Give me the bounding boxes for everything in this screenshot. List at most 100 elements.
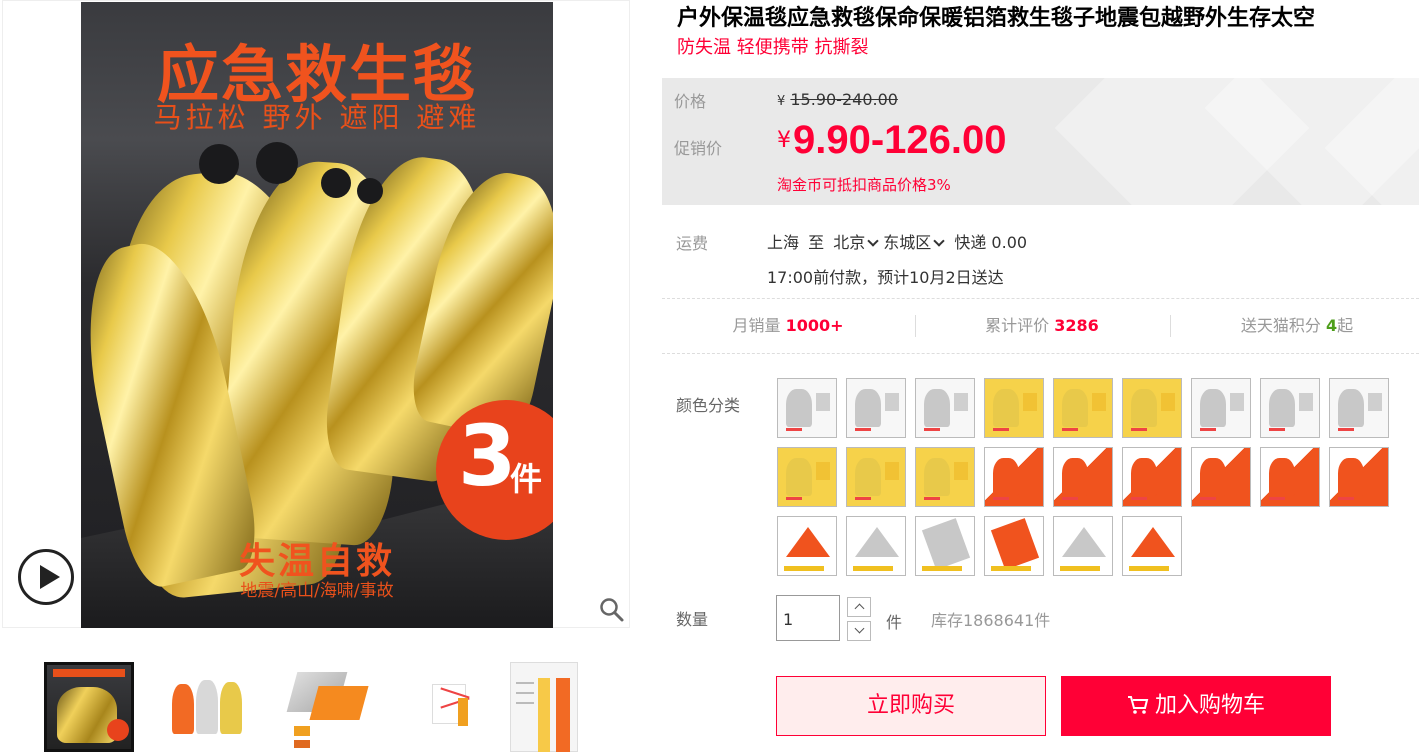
magnifier-icon[interactable] (599, 597, 625, 623)
label-strip (1338, 497, 1354, 500)
city-value: 北京 (833, 233, 866, 252)
stack-shape (1092, 462, 1106, 480)
color-swatch[interactable] (1053, 447, 1113, 507)
district-value: 东城区 (883, 233, 932, 252)
color-swatch[interactable] (777, 447, 837, 507)
thumbnail[interactable] (164, 662, 254, 752)
figure-head (357, 178, 383, 204)
label-strip (922, 566, 962, 571)
color-swatch[interactable] (1260, 447, 1320, 507)
buy-now-button[interactable]: 立即购买 (776, 676, 1046, 736)
thumbnail[interactable] (284, 662, 374, 752)
thumbnail[interactable] (404, 662, 494, 752)
color-swatch[interactable] (777, 516, 837, 576)
review-count[interactable]: 累计评价 3286 (916, 299, 1168, 353)
color-swatch[interactable] (1329, 447, 1389, 507)
label-strip (1269, 428, 1285, 431)
color-swatch[interactable] (1053, 378, 1113, 438)
label-strip (1062, 428, 1078, 431)
color-swatch[interactable] (1260, 378, 1320, 438)
stock-count: 库存1868641件 (931, 611, 1051, 630)
city-select[interactable]: 北京 (833, 233, 883, 252)
currency-symbol: ¥ (777, 94, 786, 109)
points-value: 4 (1325, 316, 1338, 335)
figure-shape (993, 458, 1019, 496)
label-strip (855, 497, 871, 500)
label-strip (1200, 428, 1216, 431)
currency-symbol: ¥ (777, 128, 791, 153)
figure-head (321, 168, 351, 198)
badge-unit: 件 (510, 460, 543, 498)
color-swatch[interactable] (984, 378, 1044, 438)
color-swatch[interactable] (1191, 447, 1251, 507)
label-strip (1338, 428, 1354, 431)
review-count-value: 3286 (1054, 316, 1099, 335)
stack-shape (1299, 462, 1313, 480)
play-circle-icon[interactable] (18, 549, 74, 605)
label-strip (1269, 497, 1285, 500)
color-swatch[interactable] (1053, 516, 1113, 576)
badge-number: 3 (458, 407, 517, 505)
product-subtitle: 防失温 轻便携带 抗撕裂 (677, 37, 869, 58)
stack-shape (954, 462, 968, 480)
tmall-points: 送天猫积分 4起 (1171, 299, 1419, 353)
color-swatch[interactable] (984, 447, 1044, 507)
color-swatch[interactable] (777, 378, 837, 438)
tent-shape (1062, 527, 1106, 557)
promo-price-value: 9.90-126.00 (793, 118, 1007, 162)
label-strip (1062, 497, 1078, 500)
label-strip (993, 497, 1009, 500)
color-swatch[interactable] (1122, 447, 1182, 507)
figure-shape (786, 458, 812, 496)
color-swatch[interactable] (915, 378, 975, 438)
tent-shape (1131, 527, 1175, 557)
figure-head (256, 142, 298, 184)
color-swatch[interactable] (915, 516, 975, 576)
stack-shape (1092, 393, 1106, 411)
label-strip (855, 428, 871, 431)
product-title: 户外保温毯应急救毯保命保暖铝箔救生毯子地震包越野外生存太空 (677, 6, 1316, 31)
figure-shape (1269, 389, 1295, 427)
promo-subtitle: 马拉松 野外 遮阳 避难 (153, 101, 481, 134)
color-swatch[interactable] (846, 447, 906, 507)
label-strip (1131, 428, 1147, 431)
quantity-unit: 件 (886, 613, 903, 632)
points-label: 送天猫积分 (1240, 316, 1321, 335)
stack-shape (816, 393, 830, 411)
figure-shape (855, 458, 881, 496)
quantity-input[interactable]: 1 (776, 595, 840, 641)
color-swatch[interactable] (846, 378, 906, 438)
stack-shape (1161, 462, 1175, 480)
color-swatch[interactable] (846, 516, 906, 576)
stack-shape (885, 462, 899, 480)
figure-shape (1131, 458, 1157, 496)
figure-shape (1338, 458, 1364, 496)
coin-discount-note[interactable]: 淘金币可抵扣商品价格3% (777, 174, 951, 195)
promo-tags: 地震/高山/海啸/事故 (240, 581, 394, 601)
main-image-frame[interactable]: 应急救生毯 马拉松 野外 遮阳 避难 3 件 失温自救 地震/高山/海啸/事故 (2, 0, 630, 628)
label-strip (1200, 497, 1216, 500)
label-strip (853, 566, 893, 571)
district-select[interactable]: 东城区 (883, 233, 949, 252)
ship-from: 上海 (767, 233, 800, 252)
color-swatch[interactable] (1122, 378, 1182, 438)
quantity-decrease-button[interactable] (847, 621, 871, 641)
color-swatch[interactable] (1329, 378, 1389, 438)
color-swatch[interactable] (1122, 516, 1182, 576)
bag-shape (921, 518, 971, 570)
label-strip (924, 428, 940, 431)
stack-shape (1023, 393, 1037, 411)
add-to-cart-button[interactable]: 加入购物车 (1061, 676, 1331, 736)
figure-shape (1062, 458, 1088, 496)
color-swatch[interactable] (1191, 378, 1251, 438)
label-strip (1129, 566, 1169, 571)
quantity-increase-button[interactable] (847, 597, 871, 617)
bag-shape (990, 518, 1040, 570)
thumbnail[interactable] (510, 662, 578, 752)
thumbnail[interactable] (44, 662, 134, 752)
stack-shape (1368, 462, 1382, 480)
stack-shape (885, 393, 899, 411)
stack-shape (1161, 393, 1175, 411)
color-swatch[interactable] (984, 516, 1044, 576)
color-swatch[interactable] (915, 447, 975, 507)
